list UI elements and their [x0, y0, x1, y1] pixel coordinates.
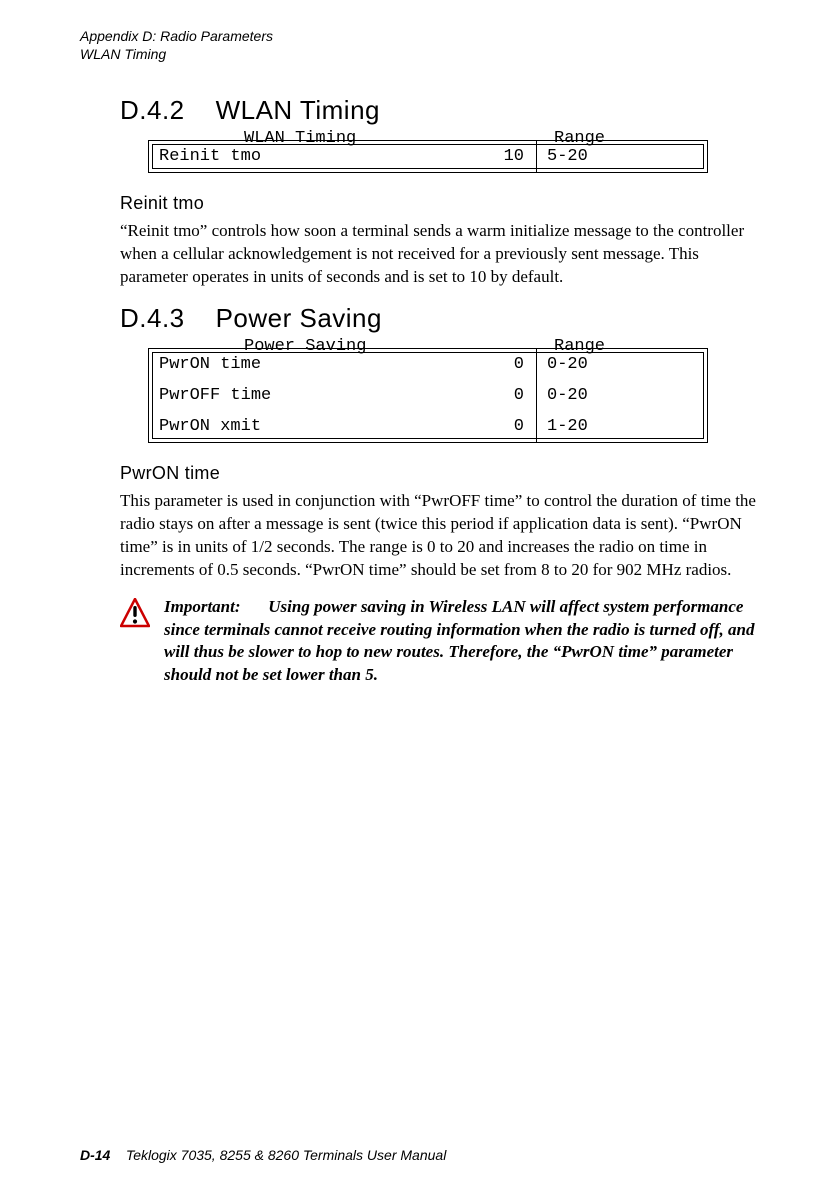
section-wlan-title: WLAN Timing — [216, 95, 380, 125]
page-footer: D-14 Teklogix 7035, 8255 & 8260 Terminal… — [80, 1147, 769, 1163]
param-value: 10 — [454, 141, 537, 172]
section-wlan-heading: D.4.2 WLAN Timing — [120, 95, 769, 126]
important-note: Important: Using power saving in Wireles… — [120, 596, 769, 688]
reinit-tmo-heading: Reinit tmo — [120, 193, 769, 214]
param-value: 0 — [454, 411, 537, 442]
param-range: 5-20 — [537, 141, 708, 172]
reinit-tmo-body: “Reinit tmo” controls how soon a termina… — [120, 220, 769, 289]
warning-icon — [120, 598, 150, 688]
running-head-line2: WLAN Timing — [80, 46, 769, 64]
table-row: PwrON time 0 0-20 — [149, 349, 707, 380]
footer-title: Teklogix 7035, 8255 & 8260 Terminals Use… — [126, 1147, 446, 1163]
section-power-heading: D.4.3 Power Saving — [120, 303, 769, 334]
section-power-title: Power Saving — [216, 303, 382, 333]
param-range: 0-20 — [537, 349, 708, 380]
table-row: PwrOFF time 0 0-20 — [149, 380, 707, 411]
param-value: 0 — [454, 380, 537, 411]
table-row: Reinit tmo 10 5-20 — [149, 141, 707, 172]
param-name: PwrON xmit — [149, 411, 454, 442]
power-saving-box: Power Saving Range PwrON time 0 0-20 Pwr… — [148, 348, 708, 443]
pwron-time-body: This parameter is used in conjunction wi… — [120, 490, 769, 582]
table-row: PwrON xmit 0 1-20 — [149, 411, 707, 442]
param-name: PwrON time — [149, 349, 454, 380]
param-range: 1-20 — [537, 411, 708, 442]
running-head: Appendix D: Radio Parameters WLAN Timing — [80, 28, 769, 63]
param-name: Reinit tmo — [149, 141, 454, 172]
param-value: 0 — [454, 349, 537, 380]
section-power-number: D.4.3 — [120, 303, 185, 333]
running-head-line1: Appendix D: Radio Parameters — [80, 28, 769, 46]
pwron-time-heading: PwrON time — [120, 463, 769, 484]
important-label: Important: — [164, 596, 264, 619]
section-wlan-number: D.4.2 — [120, 95, 185, 125]
param-name: PwrOFF time — [149, 380, 454, 411]
wlan-timing-box: WLAN Timing Range Reinit tmo 10 5-20 — [148, 140, 708, 173]
page-number: D-14 — [80, 1147, 110, 1163]
param-range: 0-20 — [537, 380, 708, 411]
